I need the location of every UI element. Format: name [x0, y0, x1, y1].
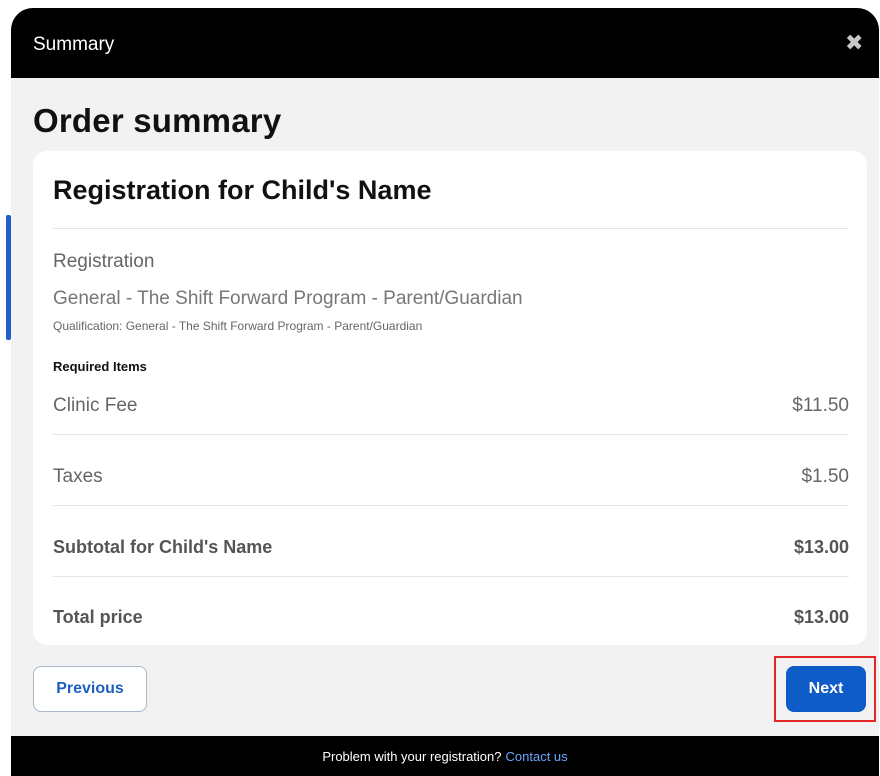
subtotal-amount: $13.00 — [793, 537, 849, 557]
taxes-label: Taxes — [53, 466, 103, 487]
total-price-label: Total price — [53, 607, 143, 627]
modal-footer: Problem with your registration? Contact … — [11, 736, 879, 776]
divider — [53, 505, 849, 506]
modal-titlebar: Summary ✖ — [11, 8, 879, 78]
modal-title: Summary — [33, 34, 115, 55]
divider — [53, 434, 849, 435]
summary-modal: Summary ✖ Order summary Registration for… — [11, 8, 879, 776]
clinic-fee-amount: $11.50 — [792, 395, 849, 416]
total-price-amount: $13.00 — [793, 607, 849, 627]
card-heading: Registration for Child's Name — [53, 175, 432, 205]
order-card: Registration for Child's Name Registrati… — [33, 151, 867, 645]
divider — [53, 228, 849, 229]
program-name: General - The Shift Forward Program - Pa… — [53, 288, 523, 309]
registration-label: Registration — [53, 251, 155, 272]
next-button[interactable]: Next — [786, 666, 866, 712]
taxes-amount: $1.50 — [801, 466, 849, 487]
footer-text: Problem with your registration? — [322, 748, 502, 764]
required-items-label: Required Items — [53, 359, 147, 374]
contact-us-link[interactable]: Contact us — [506, 749, 568, 764]
page-title: Order summary — [33, 102, 282, 139]
close-icon[interactable]: ✖ — [845, 32, 863, 54]
clinic-fee-label: Clinic Fee — [53, 395, 138, 416]
previous-button[interactable]: Previous — [33, 666, 147, 712]
qualification-text: Qualification: General - The Shift Forwa… — [53, 319, 423, 333]
divider — [53, 576, 849, 577]
subtotal-label: Subtotal for Child's Name — [53, 537, 273, 557]
